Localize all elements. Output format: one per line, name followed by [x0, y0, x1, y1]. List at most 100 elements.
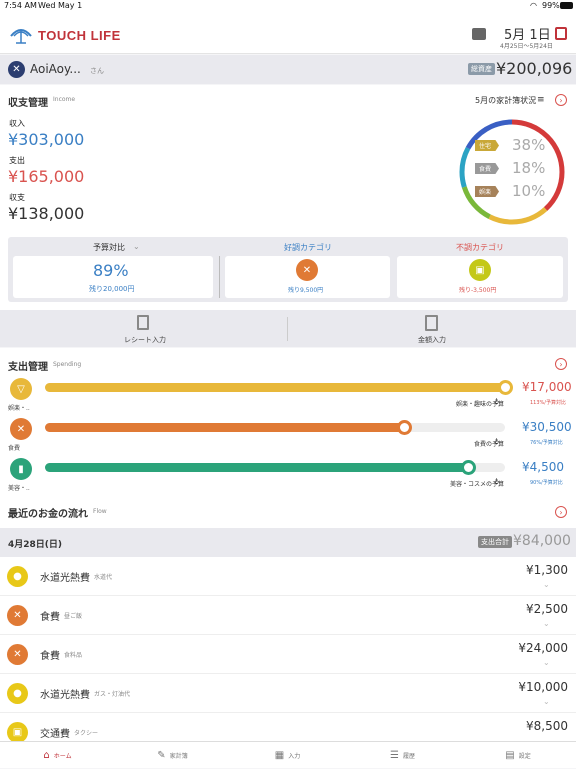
flow-row[interactable]: ● 水道光熱費 ガス・灯油代 ¥10,000 ⌄ [0, 674, 576, 713]
amount-input-button[interactable]: 金額入力 [288, 310, 576, 347]
divider [219, 256, 220, 298]
input-actions: レシート入力 金額入力 [0, 310, 576, 347]
donut-percent: 38% [512, 136, 546, 154]
battery-icon [560, 2, 573, 9]
home-icon: ⌂ [43, 750, 50, 761]
user-suffix: さん [90, 67, 104, 75]
water-drop-icon: ● [7, 683, 28, 704]
train-icon: ▣ [469, 259, 491, 281]
amount-input-label: 金額入力 [418, 336, 446, 344]
chevron-down-icon[interactable]: ⌄ [543, 619, 550, 628]
donut-percent: 10% [512, 182, 546, 200]
monthly-status-link[interactable]: 5月の家計簿状況 [475, 95, 536, 106]
income-title: 収支管理 [8, 98, 48, 109]
tab-settings-label: 設定 [518, 753, 531, 760]
spending-ratio: 76%/予算対比 [530, 440, 563, 446]
chevron-down-icon[interactable]: ⌄ [543, 580, 550, 589]
spending-bar-handle[interactable] [461, 460, 476, 475]
calendar-icon[interactable] [555, 27, 567, 40]
chevron-right-icon[interactable]: › [555, 358, 567, 370]
spending-row[interactable]: ▽ 娯楽・.. ¥17,000 娯楽・趣味の予算 ♁ 113%/予算対比 [0, 376, 576, 416]
donut-tag: 娯楽 [475, 186, 500, 197]
spending-bar-handle[interactable] [397, 420, 412, 435]
chevron-right-icon[interactable]: › [555, 94, 567, 106]
spending-bar-handle[interactable] [498, 380, 513, 395]
flow-title: 最近のお金の流れ [8, 509, 88, 520]
spending-row[interactable]: ▮ 美容・.. ¥4,500 美容・コスメの予算 ♁ 90%/予算対比 [0, 456, 576, 496]
status-bar: 7:54 AM Wed May 1 ◠ 99% [0, 0, 576, 12]
flow-category: 食費 [40, 612, 60, 623]
budget-ratio-box[interactable]: 89% 残り20,000円 [13, 256, 213, 298]
tab-input-label: 入力 [288, 753, 301, 760]
fork-knife-icon: ✕ [10, 418, 32, 440]
status-date: Wed May 1 [38, 1, 83, 10]
money-bag-icon: ♁ [494, 398, 500, 406]
tab-home-label: ホーム [53, 753, 72, 760]
expense-value: ¥165,000 [8, 167, 85, 186]
receipt-icon [137, 315, 149, 330]
chevron-down-icon[interactable]: ⌄ [543, 658, 550, 667]
lipstick-icon: ▮ [10, 458, 32, 480]
spending-ratio: 90%/予算対比 [530, 480, 563, 486]
money-bag-icon: ♁ [494, 438, 500, 446]
spending-category-label: 美容・.. [8, 485, 30, 492]
budget-remaining: 残り20,000円 [89, 285, 135, 293]
user-name[interactable]: AoiAoy... [30, 62, 81, 76]
chevron-down-icon[interactable]: ⌄ [133, 242, 140, 251]
tab-bad-category[interactable]: 不調カテゴリ [456, 242, 504, 253]
chevron-right-icon[interactable]: › [555, 506, 567, 518]
chevron-down-icon[interactable]: ⌄ [543, 697, 550, 706]
water-drop-icon: ● [7, 566, 28, 587]
budget-panel: 予算対比 ⌄ 好調カテゴリ 不調カテゴリ 89% 残り20,000円 ✕ 残り9… [8, 237, 568, 302]
flow-category: 交通費 [40, 729, 70, 740]
spending-title: 支出管理 [8, 362, 48, 373]
flow-date: 4月28日(日) [8, 540, 63, 550]
user-bar: ✕ AoiAoy... さん 総資産 ¥200,096 [0, 55, 576, 84]
income-value: ¥303,000 [8, 130, 85, 149]
tree-logo-icon [10, 29, 32, 44]
flow-subcategory: 食料品 [64, 652, 83, 659]
good-category-box[interactable]: ✕ 残り9,500円 [225, 256, 390, 298]
tab-home[interactable]: ⌂ ホーム [0, 742, 115, 769]
tab-bar: ⌂ ホーム ✎ 家計簿 ▦ 入力 ☰ 履歴 ▤ 設定 [0, 741, 576, 768]
bad-category-box[interactable]: ▣ 残り-3,500円 [397, 256, 563, 298]
train-icon: ▣ [7, 722, 28, 743]
good-category-remaining: 残り9,500円 [288, 287, 324, 294]
calculator-icon: ▦ [274, 750, 285, 761]
money-bag-icon: ♁ [494, 478, 500, 486]
tab-settings[interactable]: ▤ 設定 [460, 742, 576, 769]
app-header: TOUCH LIFE 5月 1日 4月25日～5月24日 [0, 12, 576, 54]
donut-tag: 住宅 [475, 140, 500, 151]
donut-percent: 18% [512, 159, 546, 177]
battery-level: 99% [542, 1, 560, 10]
spending-category-label: 食費 [8, 445, 21, 452]
flow-subcategory: ガス・灯油代 [94, 691, 131, 698]
flow-row[interactable]: ● 水道光熱費 水道代 ¥1,300 ⌄ [0, 557, 576, 596]
tab-history[interactable]: ☰ 履歴 [345, 742, 460, 769]
settings-icon: ▤ [505, 750, 515, 761]
flow-date-header: 4月28日(日) 支出合計 ¥84,000 [0, 528, 576, 557]
message-icon[interactable] [472, 28, 486, 40]
avatar[interactable]: ✕ [8, 61, 25, 78]
spending-amount: ¥30,500 [522, 420, 572, 434]
tab-budget-comparison[interactable]: 予算対比 [93, 242, 125, 253]
balance-value: ¥138,000 [8, 204, 85, 223]
calculator-icon [425, 315, 438, 331]
receipt-input-label: レシート入力 [124, 336, 166, 344]
spending-amount: ¥4,500 [522, 460, 564, 474]
total-assets-badge: 総資産 [468, 63, 495, 75]
tab-good-category[interactable]: 好調カテゴリ [284, 242, 332, 253]
spending-subtitle: Spending [53, 361, 82, 368]
tab-input[interactable]: ▦ 入力 [230, 742, 345, 769]
receipt-input-button[interactable]: レシート入力 [0, 310, 287, 347]
header-date-range: 4月25日～5月24日 [500, 43, 553, 50]
flow-category: 水道光熱費 [40, 573, 90, 584]
spending-bar-fill [45, 383, 505, 392]
list-icon[interactable]: ≡ [537, 95, 545, 105]
flow-row[interactable]: ✕ 食費 昼ご飯 ¥2,500 ⌄ [0, 596, 576, 635]
status-time: 7:54 AM [4, 1, 37, 10]
flow-row[interactable]: ✕ 食費 食料品 ¥24,000 ⌄ [0, 635, 576, 674]
tab-household-book[interactable]: ✎ 家計簿 [115, 742, 230, 769]
tab-history-label: 履歴 [402, 753, 415, 760]
spending-row[interactable]: ✕ 食費 ¥30,500 食費の予算 ♁ 76%/予算対比 [0, 416, 576, 456]
